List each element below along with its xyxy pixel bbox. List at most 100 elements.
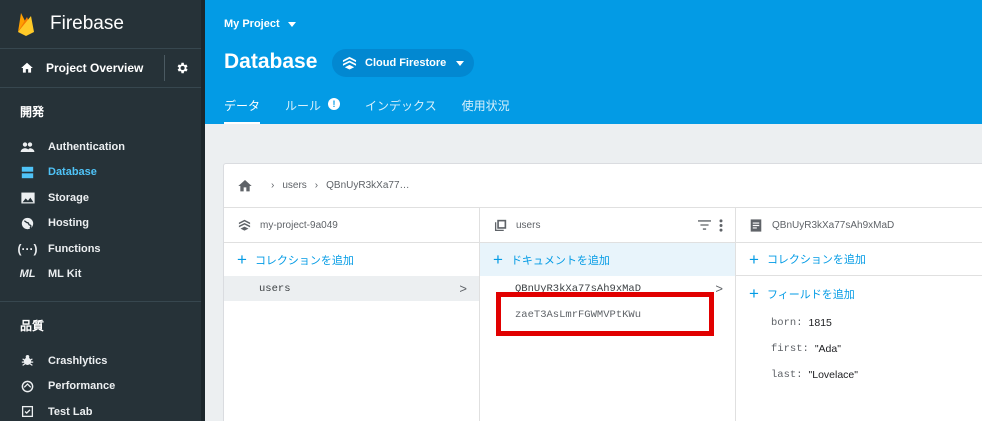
performance-icon xyxy=(20,379,35,394)
field-key: first: xyxy=(771,343,809,355)
gear-icon[interactable] xyxy=(175,61,189,75)
tab-data[interactable]: データ xyxy=(224,97,261,124)
chevron-right-icon: › xyxy=(271,180,275,191)
sidebar-item-test-lab[interactable]: Test Lab xyxy=(0,399,205,421)
sidebar-item-performance[interactable]: Performance xyxy=(0,374,205,400)
sidebar-item-authentication[interactable]: Authentication xyxy=(0,134,205,160)
crashlytics-icon xyxy=(20,353,35,368)
people-icon xyxy=(20,139,35,154)
home-icon[interactable] xyxy=(237,178,253,194)
brand-name: Firebase xyxy=(50,13,124,34)
more-vert-icon[interactable] xyxy=(719,218,723,232)
functions-icon: (···) xyxy=(17,241,38,256)
project-name: My Project xyxy=(224,18,280,30)
collection-icon xyxy=(494,218,508,232)
collection-item-users[interactable]: users > xyxy=(224,276,479,301)
column-header: my-project-9a049 xyxy=(224,208,479,243)
brand[interactable]: Firebase xyxy=(0,0,205,48)
column-header: QBnUyR3kXa77sAh9xMaD xyxy=(736,208,982,243)
column-tools xyxy=(698,218,723,232)
plus-icon: + xyxy=(493,250,503,269)
ml-kit-icon: ML xyxy=(19,268,36,281)
tab-rules[interactable]: ルール ! xyxy=(285,97,341,124)
document-icon xyxy=(750,218,764,232)
collection-title: users xyxy=(516,219,541,231)
project-id: my-project-9a049 xyxy=(260,219,338,231)
sidebar-item-crashlytics[interactable]: Crashlytics xyxy=(0,348,205,374)
sidebar-item-label: Database xyxy=(48,166,97,179)
breadcrumb-item[interactable]: QBnUyR3kXa77… xyxy=(326,180,409,191)
sidebar-item-functions[interactable]: (···) Functions xyxy=(0,236,205,262)
sidebar-item-database[interactable]: Database xyxy=(0,160,205,186)
firestore-icon xyxy=(238,218,252,232)
add-field-label: フィールドを追加 xyxy=(766,288,855,301)
project-selector[interactable]: My Project xyxy=(224,18,296,30)
project-overview[interactable]: Project Overview xyxy=(0,48,205,88)
sidebar-item-label: Functions xyxy=(48,242,101,255)
database-type-selector[interactable]: Cloud Firestore xyxy=(332,49,474,77)
image-icon xyxy=(20,190,35,205)
document-column: QBnUyR3kXa77sAh9xMaD + コレクションを追加 + フィールド… xyxy=(736,208,982,421)
sidebar-item-storage[interactable]: Storage xyxy=(0,185,205,211)
sidebar-item-label: Authentication xyxy=(48,140,125,153)
sidebar: Firebase Project Overview 開発 Authenticat… xyxy=(0,0,205,421)
collection-name: users xyxy=(259,282,291,295)
chevron-right-icon: > xyxy=(459,281,467,296)
plus-icon: + xyxy=(749,249,759,269)
document-title: QBnUyR3kXa77sAh9xMaD xyxy=(772,219,895,231)
field-value: 1815 xyxy=(808,317,832,329)
home-icon xyxy=(21,62,33,73)
breadcrumb-item[interactable]: users xyxy=(282,180,306,191)
project-overview-label: Project Overview xyxy=(46,61,144,75)
app-header: My Project Database Cloud Firestore データ … xyxy=(205,0,982,124)
field-value: "Lovelace" xyxy=(808,369,859,381)
tab-label: インデックス xyxy=(365,99,437,113)
test-lab-icon xyxy=(20,404,35,419)
sidebar-item-label: Performance xyxy=(48,380,116,393)
section-develop: 開発 xyxy=(20,104,45,119)
sidebar-item-label: Storage xyxy=(48,191,89,204)
page-title: Database xyxy=(224,50,318,73)
tab-label: データ xyxy=(224,99,261,113)
add-subcollection-label: コレクションを追加 xyxy=(766,254,866,266)
field-key: born: xyxy=(771,317,803,329)
column-header: users xyxy=(480,208,735,243)
add-subcollection-button[interactable]: + コレクションを追加 xyxy=(736,243,982,276)
tab-indexes[interactable]: インデックス xyxy=(365,97,437,124)
chevron-right-icon: > xyxy=(715,281,723,296)
tab-label: 使用状況 xyxy=(461,99,510,113)
caret-down-icon xyxy=(456,60,465,66)
add-document-label: ドキュメントを追加 xyxy=(510,254,610,267)
add-collection-label: コレクションを追加 xyxy=(254,254,354,267)
plus-icon: + xyxy=(237,250,247,269)
sidebar-item-hosting[interactable]: Hosting xyxy=(0,211,205,237)
sidebar-item-label: Hosting xyxy=(48,217,89,230)
section-quality: 品質 xyxy=(20,318,45,333)
add-document-button[interactable]: + ドキュメントを追加 xyxy=(480,243,735,276)
field-key: last: xyxy=(771,369,803,381)
tab-usage[interactable]: 使用状況 xyxy=(462,97,510,124)
add-collection-button[interactable]: + コレクションを追加 xyxy=(224,243,479,276)
filter-icon[interactable] xyxy=(698,220,711,230)
field-row[interactable]: born: 1815 xyxy=(736,310,982,336)
database-icon xyxy=(20,165,35,180)
chevron-right-icon: › xyxy=(314,180,319,191)
add-field-button[interactable]: + フィールドを追加 xyxy=(736,277,982,310)
tab-label: ルール xyxy=(285,99,322,113)
database-type-label: Cloud Firestore xyxy=(365,57,447,69)
highlight-annotation-box xyxy=(496,292,714,336)
sidebar-item-ml-kit[interactable]: ML ML Kit xyxy=(0,262,205,288)
firebase-logo-icon xyxy=(18,13,34,36)
field-row[interactable]: last: "Lovelace" xyxy=(736,362,982,388)
plus-icon: + xyxy=(749,284,759,303)
field-value: "Ada" xyxy=(814,343,841,355)
tab-bar: データ ルール ! インデックス 使用状況 xyxy=(224,97,535,124)
divider xyxy=(164,55,165,81)
firestore-icon xyxy=(342,56,357,70)
globe-icon xyxy=(20,216,35,231)
warning-icon: ! xyxy=(328,98,341,110)
field-row[interactable]: first: "Ada" xyxy=(736,336,982,362)
caret-down-icon xyxy=(287,21,296,27)
breadcrumb: › users › QBnUyR3kXa77… xyxy=(224,164,982,208)
sidebar-item-label: ML Kit xyxy=(48,268,82,281)
